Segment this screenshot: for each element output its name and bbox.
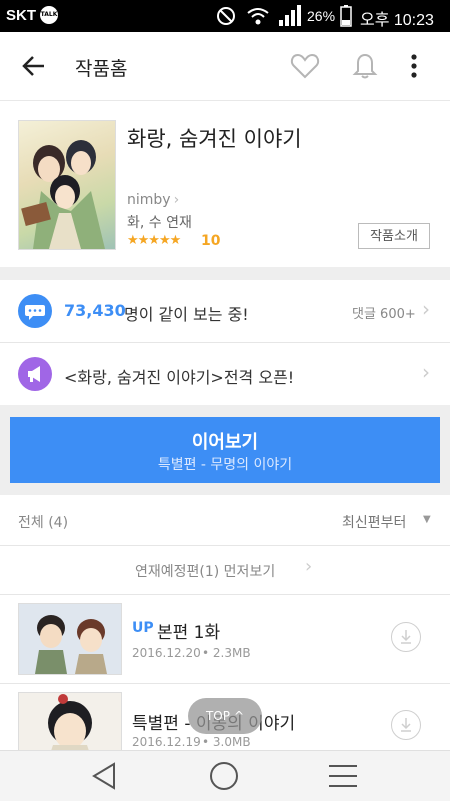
- work-header: 화랑, 숨겨진 이야기 nimby › 화, 수 연재 ★★★★★ 10 작품소…: [0, 101, 450, 267]
- chevron-up-icon: ^: [233, 709, 245, 723]
- battery-icon: [340, 5, 352, 27]
- mute-icon: [216, 6, 236, 26]
- heart-icon[interactable]: [290, 52, 320, 80]
- episode-title: 본편 1화: [157, 623, 221, 643]
- episode-size: • 2.3MB: [202, 646, 251, 660]
- chevron-right-icon: ›: [305, 556, 313, 577]
- episode-thumbnail: [18, 603, 122, 675]
- preview-link: 연재예정편(1) 먼저보기: [135, 564, 276, 580]
- scroll-top-label: TOP: [205, 709, 230, 723]
- chevron-right-icon: ›: [422, 297, 430, 321]
- continue-subtitle: 특별편 - 무명의 이야기: [157, 457, 293, 473]
- chevron-right-icon: ›: [173, 192, 180, 208]
- status-bar: SKT TALK 26% 오후 10:23: [0, 0, 450, 32]
- announcement-text: <화랑, 숨겨진 이야기>전격 오픈!: [64, 368, 295, 387]
- battery-percent: 26%: [307, 8, 336, 24]
- episode-list-header: 전체 (4) 최신편부터 ▼: [0, 495, 450, 546]
- kakaotalk-icon: TALK: [40, 6, 58, 24]
- sort-dropdown[interactable]: 최신편부터: [342, 512, 406, 532]
- app-bar: 작품홈: [0, 32, 450, 101]
- megaphone-icon: [18, 357, 52, 391]
- bell-icon[interactable]: [350, 50, 380, 80]
- continue-label: 이어보기: [191, 432, 259, 453]
- section-divider: [0, 267, 450, 280]
- scroll-top-button[interactable]: TOP ^: [188, 698, 262, 734]
- schedule: 화, 수 연재: [127, 215, 192, 231]
- back-arrow-icon[interactable]: [20, 52, 48, 80]
- home-icon[interactable]: [208, 760, 240, 792]
- dropdown-arrow-icon: ▼: [423, 514, 431, 525]
- reader-count-suffix: 명이 같이 보는 중!: [124, 305, 249, 324]
- announcement-row[interactable]: <화랑, 숨겨진 이야기>전격 오픈! ›: [0, 343, 450, 405]
- chevron-right-icon: ›: [422, 360, 430, 384]
- continue-reading-button[interactable]: 이어보기 특별편 - 무명의 이야기: [10, 417, 440, 483]
- reader-count: 73,430: [64, 301, 126, 320]
- work-title: 화랑, 숨겨진 이야기: [127, 127, 302, 151]
- episode-size: • 3.0MB: [202, 735, 251, 749]
- more-options-icon[interactable]: [404, 52, 424, 80]
- star-rating-icon: ★★★★★: [127, 233, 181, 248]
- download-icon[interactable]: [391, 622, 421, 652]
- episode-row[interactable]: UP 본편 1화 2016.12.20 • 2.3MB: [0, 595, 450, 684]
- episode-date: 2016.12.20: [132, 646, 201, 660]
- rating-value: 10: [201, 233, 221, 249]
- cover-image[interactable]: [18, 120, 116, 250]
- download-icon[interactable]: [391, 710, 421, 740]
- comment-count: 댓글 600+: [352, 307, 416, 322]
- signal-icon: [278, 5, 302, 27]
- up-badge: UP: [132, 620, 154, 636]
- author-link[interactable]: nimby ›: [127, 192, 179, 208]
- system-navigation-bar: [0, 750, 450, 801]
- episode-date: 2016.12.19: [132, 735, 201, 749]
- preview-link-row[interactable]: 연재예정편(1) 먼저보기 ›: [0, 546, 450, 595]
- carrier: SKT: [6, 7, 36, 24]
- author-name: nimby: [127, 192, 171, 208]
- menu-icon[interactable]: [328, 762, 358, 790]
- chat-bubble-icon: [18, 294, 52, 328]
- readers-row[interactable]: 73,430 명이 같이 보는 중! 댓글 600+ ›: [0, 280, 450, 343]
- back-icon[interactable]: [90, 761, 120, 791]
- wifi-icon: [246, 6, 270, 26]
- episode-total: 전체 (4): [18, 515, 69, 531]
- intro-button[interactable]: 작품소개: [358, 223, 430, 249]
- clock: 오후 10:23: [360, 12, 434, 29]
- episode-thumbnail: [18, 692, 122, 750]
- page-title: 작품홈: [75, 58, 128, 80]
